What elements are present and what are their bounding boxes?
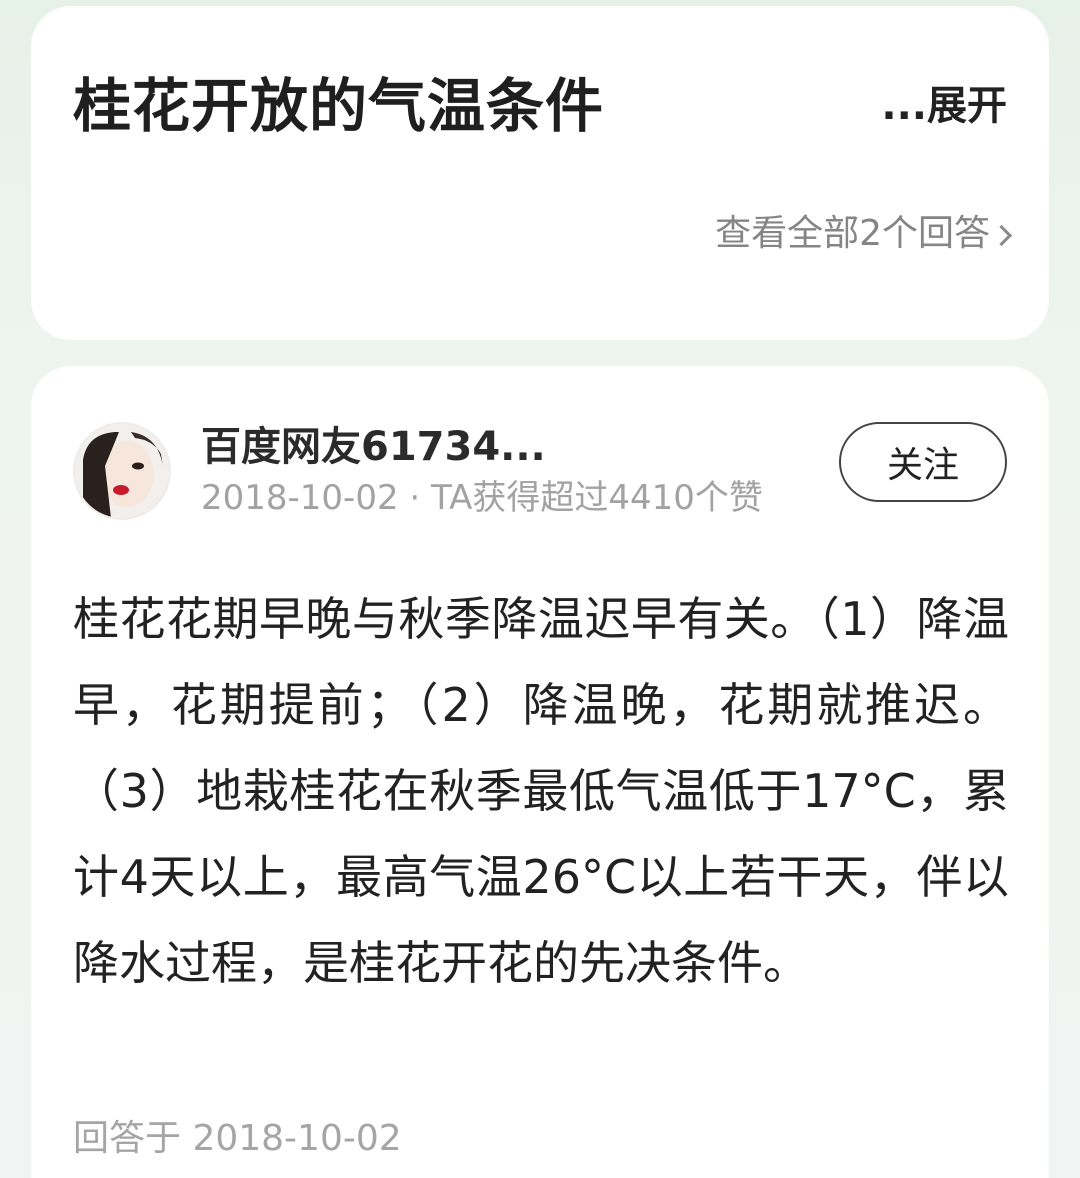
chevron-right-icon — [990, 224, 1013, 246]
author-name[interactable]: 百度网友61734... — [201, 422, 546, 472]
question-title: 桂花开放的气温条件 — [73, 72, 605, 140]
answer-card: 百度网友61734... 2018-10-02 · TA获得超过4410个赞 关… — [31, 366, 1049, 1178]
answer-text: 桂花花期早晚与秋季降温迟早有关。（1）降温早，花期提前；（2）降温晚，花期就推迟… — [73, 592, 1009, 990]
expand-button[interactable]: ...展开 — [881, 82, 1007, 130]
view-all-answers-label: 查看全部2个回答 — [715, 213, 990, 254]
follow-button[interactable]: 关注 — [839, 422, 1007, 502]
view-all-answers-link[interactable]: 查看全部2个回答 — [715, 212, 1013, 256]
avatar[interactable] — [73, 422, 171, 520]
avatar-image — [75, 424, 169, 518]
author-meta: 2018-10-02 · TA获得超过4410个赞 — [201, 478, 763, 518]
question-card: 桂花开放的气温条件 ...展开 查看全部2个回答 — [31, 6, 1049, 340]
answer-timestamp: 回答于 2018-10-02 — [73, 1118, 402, 1159]
